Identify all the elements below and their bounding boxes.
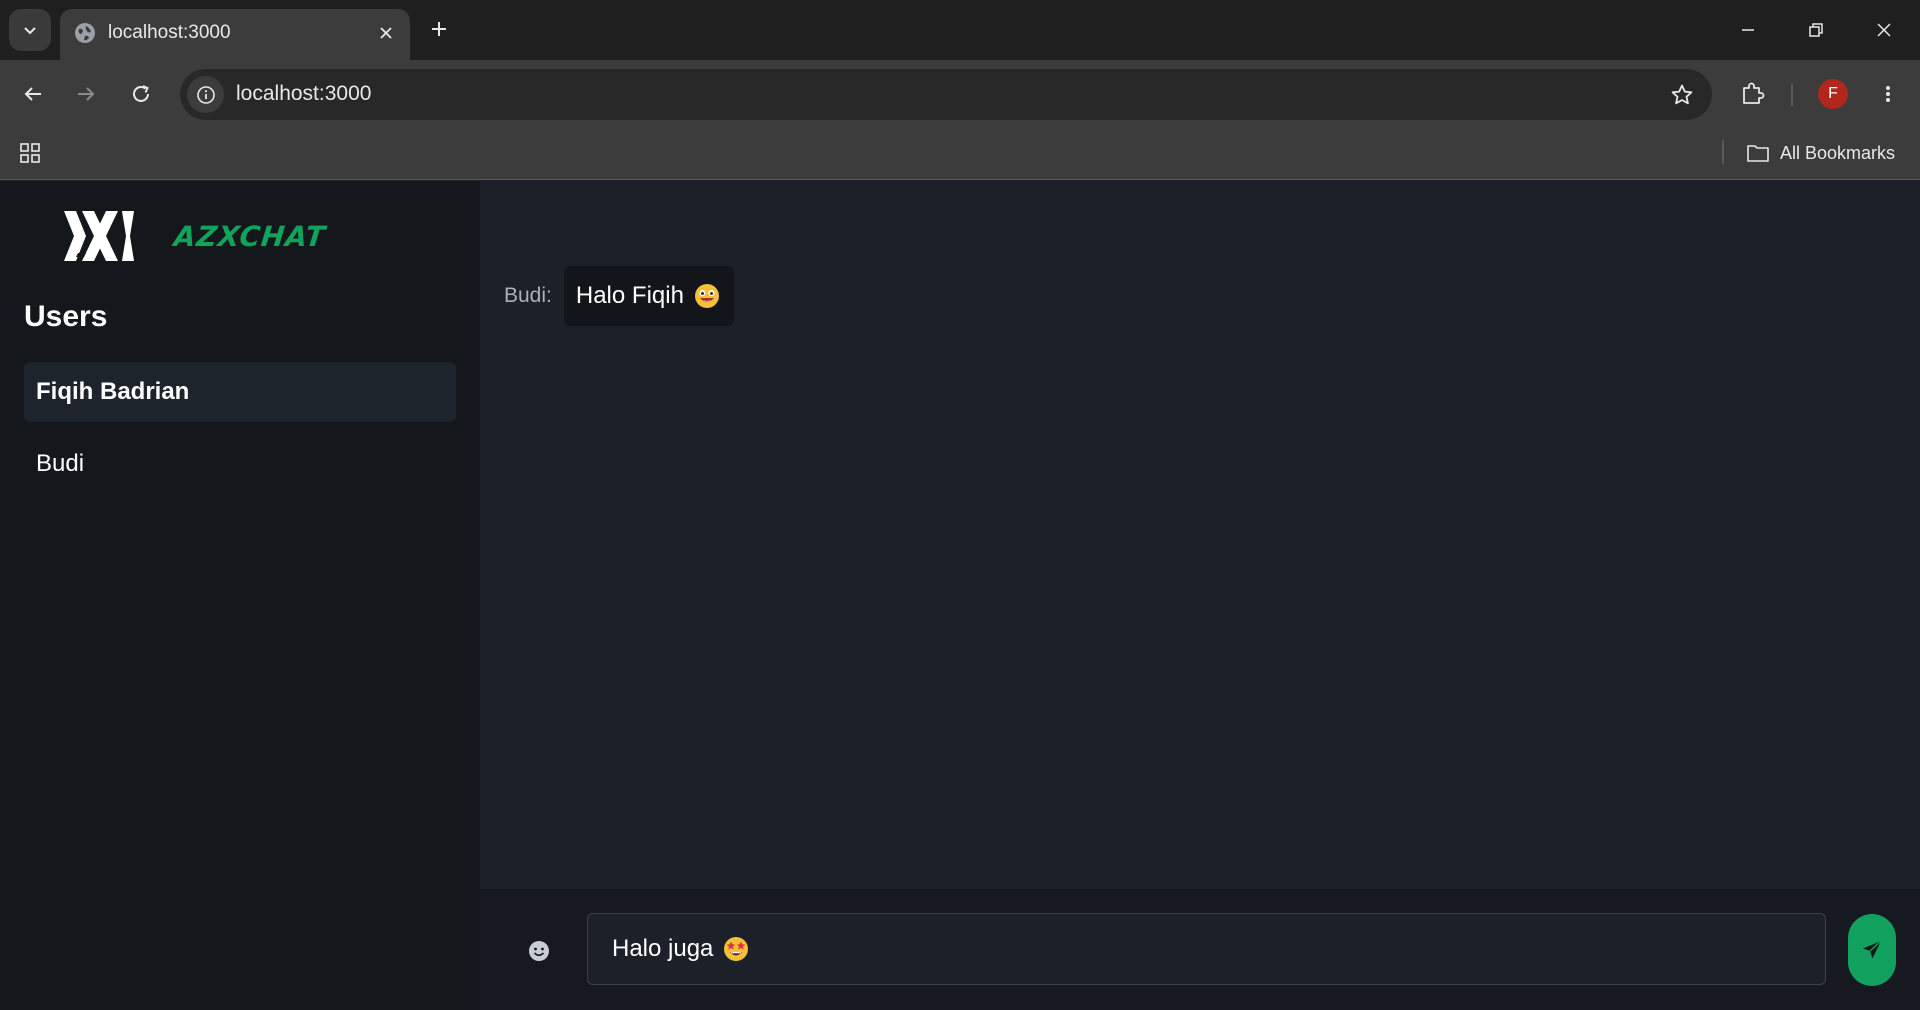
- star-struck-face-emoji-icon: [724, 937, 749, 961]
- smiley-icon: [529, 941, 549, 961]
- all-bookmarks-label: All Bookmarks: [1780, 142, 1896, 163]
- message-sender: Budi:: [504, 284, 552, 307]
- tab-close-button[interactable]: [374, 21, 398, 45]
- site-info-button[interactable]: [187, 76, 224, 113]
- star-icon: [1671, 84, 1693, 105]
- profile-avatar[interactable]: F: [1818, 79, 1848, 109]
- close-icon: [380, 27, 392, 39]
- apps-grid-icon: [20, 143, 40, 163]
- new-tab-button[interactable]: [424, 14, 454, 44]
- users-heading: Users: [24, 300, 108, 333]
- extensions-button[interactable]: [1735, 76, 1771, 112]
- reload-button[interactable]: [123, 76, 159, 112]
- sidebar: AZXCHAT Users Fiqih Badrian Budi: [0, 181, 480, 1010]
- apps-button[interactable]: [16, 139, 44, 167]
- brand-name: AZXCHAT: [172, 219, 328, 253]
- bookmarks-divider: [1722, 140, 1724, 164]
- toolbar-divider: [1791, 84, 1793, 106]
- browser-tab[interactable]: localhost:3000: [60, 9, 410, 60]
- folder-icon: [1747, 145, 1769, 162]
- message-composer: Halo juga: [480, 889, 1920, 1010]
- bookmark-star-button[interactable]: [1668, 81, 1696, 109]
- brand: AZXCHAT: [60, 207, 328, 265]
- message-row: Budi: Halo Fiqih: [504, 266, 734, 326]
- close-window-button[interactable]: [1866, 12, 1902, 48]
- message-input-value: Halo juga: [612, 935, 714, 962]
- globe-icon: [75, 23, 95, 43]
- restore-icon: [1809, 23, 1823, 37]
- minimize-icon: [1742, 29, 1754, 31]
- all-bookmarks-button[interactable]: All Bookmarks: [1746, 138, 1895, 168]
- browser-menu-button[interactable]: [1870, 76, 1906, 112]
- address-bar[interactable]: localhost:3000: [180, 69, 1712, 120]
- tab-title: localhost:3000: [108, 22, 231, 43]
- message-input[interactable]: Halo juga: [587, 913, 1826, 985]
- info-icon: [196, 85, 215, 104]
- arrow-left-icon: [24, 87, 41, 101]
- send-icon: [1863, 940, 1882, 959]
- reload-icon: [133, 85, 149, 102]
- tab-search-button[interactable]: [9, 9, 51, 51]
- message-bubble: Halo Fiqih: [563, 266, 734, 326]
- forward-button[interactable]: [68, 76, 104, 112]
- bookmarks-bar: All Bookmarks: [0, 128, 1920, 180]
- chat-panel: Budi: Halo Fiqih Halo juga: [480, 181, 1920, 1010]
- browser-toolbar: localhost:3000 F: [0, 60, 1920, 128]
- arrow-right-icon: [78, 87, 95, 101]
- more-vertical-icon: [1886, 86, 1890, 102]
- puzzle-icon: [1743, 82, 1765, 104]
- azx-logo-icon: [64, 211, 134, 261]
- plus-icon: [432, 22, 446, 36]
- user-item-budi[interactable]: Budi: [24, 434, 456, 494]
- restore-button[interactable]: [1798, 12, 1834, 48]
- minimize-button[interactable]: [1730, 12, 1766, 48]
- chevron-down-icon: [24, 27, 36, 35]
- grinning-face-emoji-icon: [694, 284, 719, 308]
- close-icon: [1877, 23, 1891, 37]
- send-button[interactable]: [1848, 914, 1896, 986]
- user-item-fiqih-badrian[interactable]: Fiqih Badrian: [24, 362, 456, 422]
- chat-app: AZXCHAT Users Fiqih Badrian Budi Budi: H…: [0, 181, 1920, 1010]
- tab-strip: localhost:3000: [0, 0, 1920, 60]
- emoji-picker-button[interactable]: [526, 938, 552, 964]
- message-text: Halo Fiqih: [575, 282, 684, 309]
- url-text: localhost:3000: [236, 82, 372, 105]
- back-button[interactable]: [15, 76, 51, 112]
